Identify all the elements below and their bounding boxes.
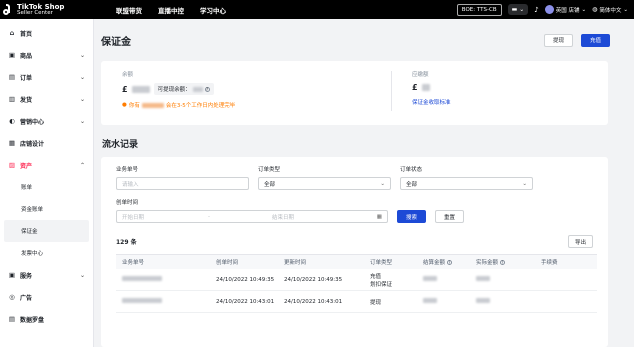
ads-icon: ◎ bbox=[9, 293, 15, 301]
chevron-down-icon: ⌄ bbox=[623, 6, 628, 13]
store-design-icon: ▦ bbox=[8, 139, 16, 147]
shipping-icon: ▥ bbox=[8, 95, 16, 103]
language-label: 简体中文 bbox=[599, 7, 622, 14]
balance-currency: £ bbox=[122, 84, 128, 94]
reset-button[interactable]: 重置 bbox=[435, 210, 465, 223]
created-time-label: 创单时间 bbox=[116, 200, 139, 206]
help-icon[interactable]: ? bbox=[204, 86, 210, 92]
chevron-down-icon: ⌄ bbox=[79, 117, 85, 125]
chevron-down-icon: ⌄ bbox=[79, 271, 85, 279]
balance-card: 余额 £ 可提现余额： ? ● 你有 会在3-5个工作日内处理完毕 应缴额 £ … bbox=[101, 61, 608, 125]
balance-label: 余额 bbox=[122, 72, 134, 78]
reserve-value-redacted bbox=[421, 84, 430, 91]
sidebar: ⌂ 首页 ▣ 商品 ⌄ ▤ 订单 ⌄ ▥ 发货 ⌄ ◐ 营销中心 ⌄ ▦ 店铺设… bbox=[0, 19, 94, 347]
processing-warning: ● 你有 会在3-5个工作日内处理完毕 bbox=[122, 102, 236, 109]
chevron-down-icon: ⌄ bbox=[79, 73, 85, 81]
avatar bbox=[544, 5, 554, 14]
search-button[interactable]: 搜索 bbox=[397, 210, 427, 223]
language-selector[interactable]: ◍ 简体中文 ⌄ bbox=[592, 6, 628, 14]
calendar-icon: ▦ bbox=[376, 213, 382, 220]
chevron-up-icon: ⌃ bbox=[79, 161, 85, 169]
chevron-down-icon: ⌄ bbox=[581, 6, 587, 13]
home-icon: ⌂ bbox=[9, 29, 15, 37]
sidebar-item-home[interactable]: ⌂ 首页 bbox=[0, 22, 93, 44]
sidebar-item-marketing[interactable]: ◐ 营销中心 ⌄ bbox=[0, 110, 93, 132]
start-date-input[interactable]: 开始日期 bbox=[122, 213, 144, 221]
nav-learning-center[interactable]: 学习中心 bbox=[200, 5, 226, 15]
recharge-button[interactable]: 充值 bbox=[580, 33, 610, 47]
reserve-label: 应缴额 bbox=[412, 72, 429, 78]
sidebar-subitem-fund-bills[interactable]: 资金账单 bbox=[0, 198, 93, 220]
sidebar-item-data-compass[interactable]: ▤ 数据罗盘 bbox=[0, 308, 93, 330]
record-count: 129 条 bbox=[116, 239, 137, 246]
data-icon: ▤ bbox=[8, 315, 16, 323]
withdraw-button[interactable]: 提现 bbox=[543, 33, 573, 47]
divider bbox=[391, 71, 392, 111]
table-row[interactable]: 24/10/2022 10:49:35 24/10/2022 10:49:35 … bbox=[116, 269, 597, 291]
order-type-label: 订单类型 bbox=[258, 167, 281, 173]
nav-affiliate[interactable]: 联盟带货 bbox=[116, 5, 142, 15]
product-icon: ▣ bbox=[8, 51, 16, 59]
sidebar-item-ads[interactable]: ◎ 广告 bbox=[0, 286, 93, 308]
business-no-input[interactable]: 请输入 bbox=[116, 177, 249, 190]
globe-icon: ◍ bbox=[592, 6, 598, 13]
business-no-label: 业务单号 bbox=[116, 167, 139, 173]
end-date-input[interactable]: 结束日期 bbox=[272, 213, 294, 221]
help-icon[interactable]: ? bbox=[499, 260, 505, 265]
top-bar: TikTok Shop Seller Center 联盟带货 直播中控 学习中心… bbox=[0, 0, 634, 19]
chevron-down-icon: ⌄ bbox=[79, 51, 85, 59]
main-content: 保证金 提现 充值 余额 £ 可提现余额： ? ● 你有 会在3-5个工作日内处 bbox=[94, 19, 634, 347]
sidebar-item-service[interactable]: ▣ 服务 ⌄ bbox=[0, 264, 93, 286]
records-card: 业务单号 请输入 订单类型 全部 ⌄ 订单状态 全部 ⌄ 创单时间 开始日期 -… bbox=[101, 157, 608, 347]
help-icon[interactable]: ? bbox=[446, 260, 452, 265]
user-menu[interactable]: 英国 店铺 ⌄ bbox=[544, 5, 587, 14]
withdrawable-balance: 可提现余额： ? bbox=[153, 83, 214, 95]
sidebar-subitem-invoice-center[interactable]: 发票中心 bbox=[0, 242, 93, 264]
reserve-currency: £ bbox=[412, 83, 418, 92]
table-header: 业务单号 创单时间 更新时间 订单类型 结算金额 ? 实际金额 ? 手续费 bbox=[116, 255, 597, 269]
marketing-icon: ◐ bbox=[9, 117, 15, 125]
tiktok-shop-logo[interactable]: TikTok Shop Seller Center bbox=[0, 2, 92, 16]
dot-icon: ● bbox=[122, 102, 127, 108]
sidebar-item-shipping[interactable]: ▥ 发货 ⌄ bbox=[0, 88, 93, 110]
balance-value-redacted bbox=[131, 85, 150, 93]
order-icon: ▤ bbox=[8, 73, 16, 81]
page-title: 保证金 bbox=[101, 36, 131, 48]
chevron-down-icon: ⌄ bbox=[380, 180, 385, 187]
records-title: 流水记录 bbox=[102, 140, 139, 150]
top-nav: 联盟带货 直播中控 学习中心 bbox=[116, 5, 226, 15]
order-status-label: 订单状态 bbox=[400, 167, 423, 173]
sidebar-item-store-design[interactable]: ▦ 店铺设计 bbox=[0, 132, 93, 154]
order-type-select[interactable]: 全部 ⌄ bbox=[258, 177, 391, 190]
sidebar-item-assets[interactable]: ▨ 资产 ⌃ bbox=[0, 154, 93, 176]
chevron-down-icon: ⌄ bbox=[522, 180, 527, 187]
tiktok-logo-icon bbox=[3, 3, 14, 16]
sidebar-subitem-bills[interactable]: 账单 bbox=[0, 176, 93, 198]
service-icon: ▣ bbox=[8, 271, 16, 279]
records-table: 业务单号 创单时间 更新时间 订单类型 结算金额 ? 实际金额 ? 手续费 24… bbox=[116, 254, 597, 313]
sidebar-subitem-deposit[interactable]: 保证金 bbox=[4, 220, 89, 242]
chevron-down-icon: ⌄ bbox=[79, 95, 85, 103]
export-button[interactable]: 导出 bbox=[567, 235, 593, 248]
logo-title: TikTok Shop bbox=[17, 2, 65, 11]
date-range-picker[interactable]: 开始日期 - 结束日期 ▦ bbox=[116, 210, 388, 223]
notification-bell-icon[interactable]: ♪ bbox=[534, 6, 538, 14]
sidebar-item-products[interactable]: ▣ 商品 ⌄ bbox=[0, 44, 93, 66]
nav-live-control[interactable]: 直播中控 bbox=[158, 5, 184, 15]
environment-badge: BOE: TTS-CB bbox=[456, 3, 502, 16]
deposit-standard-link[interactable]: 保证金收取标准 bbox=[412, 98, 451, 106]
chevron-down-icon: ⌄ bbox=[519, 6, 525, 13]
shop-name: 英国 店铺 bbox=[555, 7, 580, 14]
messages-button[interactable]: ▬ ⌄ bbox=[507, 4, 529, 15]
chat-icon: ▬ bbox=[511, 6, 518, 13]
sidebar-item-orders[interactable]: ▤ 订单 ⌄ bbox=[0, 66, 93, 88]
table-row[interactable]: 24/10/2022 10:43:01 24/10/2022 10:43:01 … bbox=[116, 291, 597, 313]
assets-icon: ▨ bbox=[8, 161, 16, 169]
order-status-select[interactable]: 全部 ⌄ bbox=[400, 177, 533, 190]
